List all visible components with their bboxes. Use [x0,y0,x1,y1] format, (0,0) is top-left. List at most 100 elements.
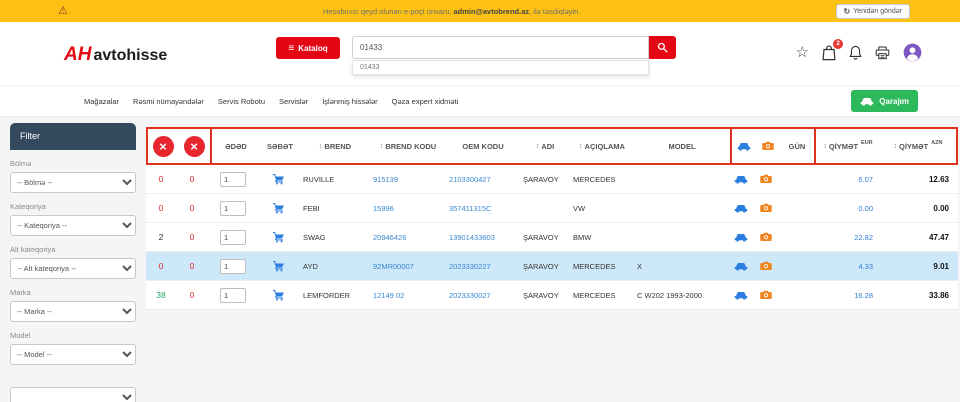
search-button[interactable] [649,36,676,59]
brand-code-link[interactable]: 92MR00007 [373,262,414,271]
column-header-qty: ƏDƏD [210,129,260,163]
catalog-button[interactable]: ≡ Kataloq [276,37,340,59]
price-eur: 16.28 [812,281,878,309]
description-cell: MERCEDES [568,281,632,309]
filter-select[interactable]: -- Marka -- [10,301,136,322]
nav-item[interactable]: Rəsmi nümayəndələr [133,97,204,106]
column-header-car [730,129,755,163]
banner-message: Hesabınızı qeyd olunan e-poçt ünvanı, ad… [68,7,836,16]
clear-results-button[interactable]: × [148,129,178,163]
logo-text: avtohisse [93,47,167,64]
resend-label: Yenidən göndər [853,8,902,15]
camera-icon[interactable] [753,165,778,193]
search-suggestions: 01433 [352,60,649,75]
filter-select[interactable]: -- Kateqoriya -- [10,215,136,236]
name-cell: ŞARAVOY [518,252,568,280]
add-to-cart-icon[interactable] [272,260,285,272]
car-icon[interactable] [728,281,753,309]
brand-code-link[interactable]: 20946426 [373,233,406,242]
table-row: 0 0 RUVILLE 915139 2103300427 ŞARAVOY ME… [146,165,958,194]
warning-icon: ⚠ [58,6,68,17]
oem-code-link[interactable]: 13901433603 [449,233,495,242]
filter-select[interactable]: -- Model -- [10,344,136,365]
quantity-input[interactable] [220,259,246,274]
brand-cell: RUVILLE [298,165,368,193]
name-cell [518,194,568,222]
suggestion-item[interactable]: 01433 [353,61,648,74]
printer-icon[interactable] [875,46,890,60]
brand-cell: FEBI [298,194,368,222]
camera-icon[interactable] [753,281,778,309]
car-icon[interactable] [728,165,753,193]
brand-code-link[interactable]: 15996 [373,204,394,213]
user-avatar[interactable] [903,43,922,62]
model-cell: C W202 1993-2000 [632,281,728,309]
camera-icon[interactable] [753,252,778,280]
quantity-input[interactable] [220,288,246,303]
reserve-cell: 0 [176,223,208,251]
add-to-cart-icon[interactable] [272,202,285,214]
add-to-cart-icon[interactable] [272,289,285,301]
main-nav: Mağazalar Rəsmi nümayəndələr Servis Robotu… [0,86,960,116]
garage-button[interactable]: Qarajım [851,90,918,112]
quantity-input[interactable] [220,172,246,187]
column-header-price_azn[interactable]: ↕QİYMƏTAZN [880,129,956,163]
menu-icon: ≡ [288,43,294,54]
brand-code-link[interactable]: 12149 02 [373,291,404,300]
sort-icon: ↕ [579,143,583,150]
car-icon [860,96,874,106]
notifications-bell-icon[interactable] [849,45,862,60]
resend-button[interactable]: ↻ Yenidən göndər [836,4,911,19]
filter-select[interactable]: -- Alt kateqoriya -- [10,258,136,279]
column-header-desc[interactable]: ↕AÇIQLAMA [570,129,634,163]
clear-cart-button[interactable]: × [178,129,210,163]
nav-item[interactable]: Servislər [279,97,308,106]
camera-icon[interactable] [753,223,778,251]
car-icon[interactable] [728,194,753,222]
quantity-input[interactable] [220,230,246,245]
brand-cell: SWAG [298,223,368,251]
column-header-brand[interactable]: ↕BREND [300,129,370,163]
column-header-brand_code[interactable]: ↕BREND KODU [370,129,446,163]
nav-item[interactable]: Servis Robotu [218,97,265,106]
price-eur: 0.00 [812,194,878,222]
oem-code-link[interactable]: 2023330227 [449,262,491,271]
quantity-cell [208,252,258,280]
camera-icon[interactable] [753,194,778,222]
days-cell [778,223,812,251]
car-icon[interactable] [728,252,753,280]
filter-group: Kateqoriya -- Kateqoriya -- [10,202,136,236]
filter-label: Alt kateqoriya [10,245,136,254]
column-header-price_eur[interactable]: ↕QİYMƏTEUR [814,129,880,163]
cart-cell [258,223,298,251]
filter-select[interactable] [10,387,136,402]
column-header-photo [755,129,780,163]
column-header-name[interactable]: ↕ADI [520,129,570,163]
cart-cell [258,165,298,193]
add-to-cart-icon[interactable] [272,231,285,243]
column-label: QİYMƏT [899,142,928,151]
model-cell [632,165,728,193]
nav-item[interactable]: İşlənmiş hissələr [322,97,377,106]
filter-label: Model [10,331,136,340]
search: 01433 [352,36,676,59]
search-input[interactable] [352,36,649,59]
header: AHavtohisse ≡ Kataloq 01433 ☆ 2 [0,22,960,86]
stock-count: 38 [156,290,165,300]
oem-code-link[interactable]: 357411315C [449,204,491,213]
currency-unit: EUR [861,140,873,146]
oem-code-link[interactable]: 2023330027 [449,291,491,300]
cart-bag-icon[interactable]: 2 [822,45,836,61]
filter-select[interactable]: -- Bölmə -- [10,172,136,193]
logo[interactable]: AHavtohisse [64,44,167,66]
filter-group: Marka -- Marka -- [10,288,136,322]
filter-label: Kateqoriya [10,202,136,211]
brand-code-link[interactable]: 915139 [373,175,398,184]
favorites-star-icon[interactable]: ☆ [796,45,809,60]
nav-item[interactable]: Mağazalar [84,97,119,106]
quantity-input[interactable] [220,201,246,216]
add-to-cart-icon[interactable] [272,173,285,185]
car-icon[interactable] [728,223,753,251]
oem-code-link[interactable]: 2103300427 [449,175,491,184]
nav-item[interactable]: Qəza expert xidməti [392,97,459,106]
